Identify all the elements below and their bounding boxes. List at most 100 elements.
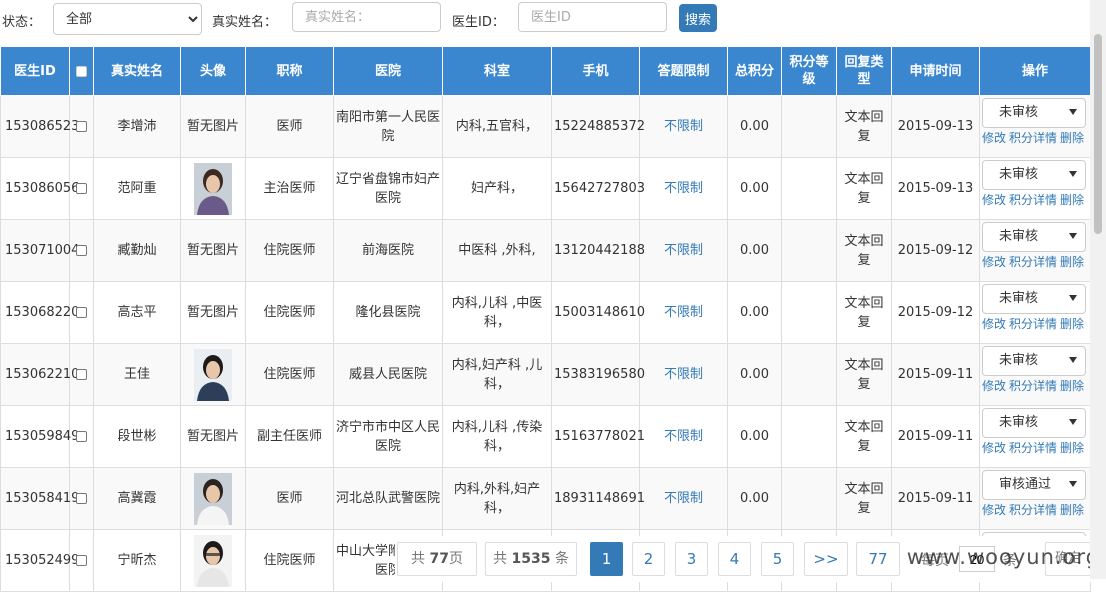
answer-limit-link[interactable]: 不限制 [664,243,703,258]
page-button-5[interactable]: 5 [761,542,794,576]
avatar-cell: 暂无图片 [180,405,246,468]
score-detail-link[interactable]: 积分详情 [1009,379,1057,393]
page-button-77[interactable]: 77 [856,542,900,576]
no-photo-text: 暂无图片 [186,305,239,320]
actions-cell: 未审核修改积分详情删除 [979,343,1091,406]
delete-link[interactable]: 删除 [1060,317,1084,331]
no-photo-text: 暂无图片 [186,243,239,258]
row-checkbox[interactable] [76,555,87,566]
real-name: 臧勤灿 [93,219,181,282]
row-checkbox[interactable] [76,121,87,132]
edit-link[interactable]: 修改 [982,131,1006,145]
score-detail-link[interactable]: 积分详情 [1009,193,1057,207]
review-status-select[interactable]: 审核通过 [982,470,1086,500]
real-name: 高冀霞 [93,467,181,530]
hospital: 前海医院 [333,219,443,282]
department: 妇产科， [442,157,552,220]
answer-limit[interactable]: 不限制 [639,219,728,282]
page-button-4[interactable]: 4 [718,542,751,576]
real-name: 高志平 [93,281,181,344]
edit-link[interactable]: 修改 [982,255,1006,269]
review-status-select[interactable]: 未审核 [982,346,1086,376]
row-checkbox[interactable] [76,307,87,318]
row-checkbox[interactable] [76,369,87,380]
answer-limit[interactable]: 不限制 [639,405,728,468]
page-button-2[interactable]: 2 [632,542,665,576]
job-title: 医师 [245,95,334,158]
review-status-select[interactable]: 未审核 [982,284,1086,314]
chevron-down-icon [1069,419,1077,425]
avatar-cell: 暂无图片 [180,219,246,282]
score-detail-link[interactable]: 积分详情 [1009,255,1057,269]
col-select-all[interactable] [69,46,94,96]
delete-link[interactable]: 删除 [1060,441,1084,455]
reply-type: 文本回复 [836,343,892,406]
edit-link[interactable]: 修改 [982,441,1006,455]
row-action-links: 修改积分详情删除 [980,441,1090,455]
delete-link[interactable]: 删除 [1060,503,1084,517]
edit-link[interactable]: 修改 [982,503,1006,517]
edit-link[interactable]: 修改 [982,317,1006,331]
delete-link[interactable]: 删除 [1060,379,1084,393]
name-input[interactable] [292,2,441,32]
reply-type: 文本回复 [836,219,892,282]
review-status-select[interactable]: 未审核 [982,98,1086,128]
answer-limit-link[interactable]: 不限制 [664,305,703,320]
doctor-id: 153068220 [0,281,79,344]
answer-limit-link[interactable]: 不限制 [664,429,703,444]
apply-time: 2015-09-13 [891,95,980,158]
delete-link[interactable]: 删除 [1060,131,1084,145]
row-checkbox[interactable] [76,245,87,256]
row-action-links: 修改积分详情删除 [980,255,1090,269]
table-row: 153058419 高冀霞 医师 河北总队武警医院 内科,外科,妇产科， 18931148… [0,467,1091,530]
review-status-select[interactable]: 未审核 [982,222,1086,252]
col-apply-time: 申请时间 [891,46,980,96]
real-name: 王佳 [93,343,181,406]
row-checkbox[interactable] [76,431,87,442]
doctor-id-input[interactable] [518,2,667,32]
search-button[interactable]: 搜索 [679,4,717,32]
scrollbar-thumb[interactable] [1094,34,1102,234]
select-all-checkbox[interactable] [76,65,87,77]
col-phone: 手机 [551,46,640,96]
page-button-3[interactable]: 3 [675,542,708,576]
row-checkbox[interactable] [76,493,87,504]
score-detail-link[interactable]: 积分详情 [1009,317,1057,331]
score-detail-link[interactable]: 积分详情 [1009,131,1057,145]
total-score: 0.00 [727,95,782,158]
col-doctor-id[interactable]: 医生ID [0,46,70,96]
score-detail-link[interactable]: 积分详情 [1009,441,1057,455]
answer-limit[interactable]: 不限制 [639,157,728,220]
review-status-select[interactable]: 未审核 [982,160,1086,190]
scrollbar[interactable] [1090,0,1106,579]
edit-link[interactable]: 修改 [982,379,1006,393]
answer-limit-link[interactable]: 不限制 [664,181,703,196]
apply-time: 2015-09-11 [891,405,980,468]
row-action-links: 修改积分详情删除 [980,131,1090,145]
answer-limit[interactable]: 不限制 [639,95,728,158]
page-button-1[interactable]: 1 [590,542,623,576]
delete-link[interactable]: 删除 [1060,255,1084,269]
actions-cell: 未审核修改积分详情删除 [979,281,1091,344]
answer-limit[interactable]: 不限制 [639,467,728,530]
doctor-id: 153052499 [0,529,79,592]
answer-limit-link[interactable]: 不限制 [664,491,703,506]
chevron-down-icon [1069,109,1077,115]
job-title: 副主任医师 [245,405,334,468]
answer-limit[interactable]: 不限制 [639,343,728,406]
edit-link[interactable]: 修改 [982,193,1006,207]
delete-link[interactable]: 删除 [1060,193,1084,207]
score-level [781,467,837,530]
total-score: 0.00 [727,281,782,344]
answer-limit-link[interactable]: 不限制 [664,119,703,134]
next-page-button[interactable]: >> [804,542,848,576]
answer-limit[interactable]: 不限制 [639,281,728,344]
review-status-select[interactable]: 未审核 [982,408,1086,438]
score-detail-link[interactable]: 积分详情 [1009,503,1057,517]
status-select[interactable]: 全部 [53,3,202,35]
answer-limit-link[interactable]: 不限制 [664,367,703,382]
row-checkbox[interactable] [76,183,87,194]
phone: 15224885372 [551,95,645,158]
doctor-id: 153059849 [0,405,79,468]
score-level [781,281,837,344]
